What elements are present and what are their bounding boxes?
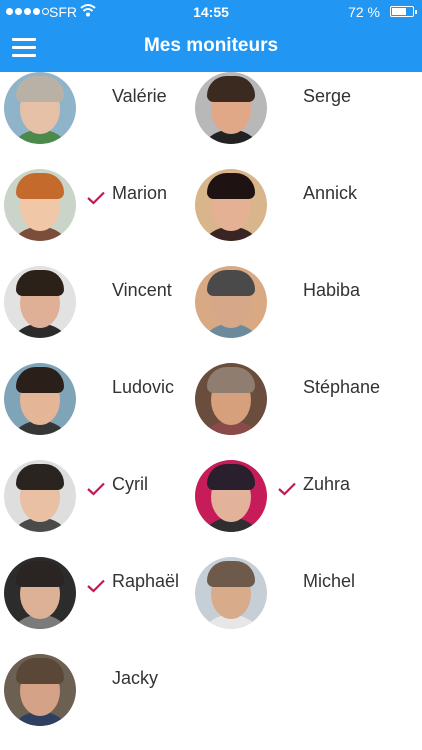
monitor-name: Marion <box>112 183 168 203</box>
monitor-avatar <box>4 363 76 435</box>
monitor-name: Raphaël <box>112 571 180 591</box>
monitor-item[interactable]: Ludovic <box>0 363 190 453</box>
monitor-name: Ludovic <box>112 377 175 397</box>
monitor-item[interactable]: Raphaël <box>0 557 190 647</box>
status-bar: SFR 14:55 72 % <box>0 0 422 24</box>
monitor-item[interactable]: Vincent <box>0 266 190 356</box>
monitor-name: Annick <box>303 183 358 203</box>
monitor-item[interactable]: Habiba <box>191 266 381 356</box>
page-title: Mes moniteurs <box>143 35 279 56</box>
top-bar: SFR 14:55 72 % Mes moniteurs <box>0 0 422 72</box>
monitor-name: Cyril <box>112 474 148 494</box>
monitor-item[interactable]: Jacky <box>0 654 190 744</box>
monitor-avatar <box>4 169 76 241</box>
checkmark-icon <box>87 191 105 205</box>
monitor-avatar <box>195 557 267 629</box>
monitor-item[interactable]: Serge <box>191 72 381 162</box>
battery-icon <box>390 6 417 17</box>
checkmark-icon <box>87 482 105 496</box>
monitor-name: Habiba <box>303 280 361 300</box>
monitor-name: Vincent <box>112 280 172 300</box>
monitor-item[interactable]: Valérie <box>0 72 190 162</box>
monitor-name: Serge <box>303 86 352 106</box>
monitor-name: Zuhra <box>303 474 351 494</box>
monitor-item[interactable]: Annick <box>191 169 381 259</box>
monitor-item[interactable]: Zuhra <box>191 460 381 550</box>
checkmark-icon <box>278 482 296 496</box>
monitor-avatar <box>195 266 267 338</box>
monitor-item[interactable]: Cyril <box>0 460 190 550</box>
monitor-name: Michel <box>303 571 356 591</box>
monitor-avatar <box>4 654 76 726</box>
monitor-item[interactable]: Michel <box>191 557 381 647</box>
monitor-avatar <box>4 460 76 532</box>
monitor-item[interactable]: Marion <box>0 169 190 259</box>
monitor-avatar <box>195 72 267 144</box>
monitor-avatar <box>4 72 76 144</box>
monitor-name: Valérie <box>112 86 167 106</box>
monitor-name: Jacky <box>112 668 159 688</box>
monitor-avatar <box>195 363 267 435</box>
checkmark-icon <box>87 579 105 593</box>
battery-percentage: 72 % <box>348 4 380 20</box>
monitor-avatar <box>4 557 76 629</box>
monitor-avatar <box>4 266 76 338</box>
monitor-item[interactable]: Stéphane <box>191 363 381 453</box>
monitor-name: Stéphane <box>303 377 381 397</box>
monitor-avatar <box>195 460 267 532</box>
monitor-avatar <box>195 169 267 241</box>
